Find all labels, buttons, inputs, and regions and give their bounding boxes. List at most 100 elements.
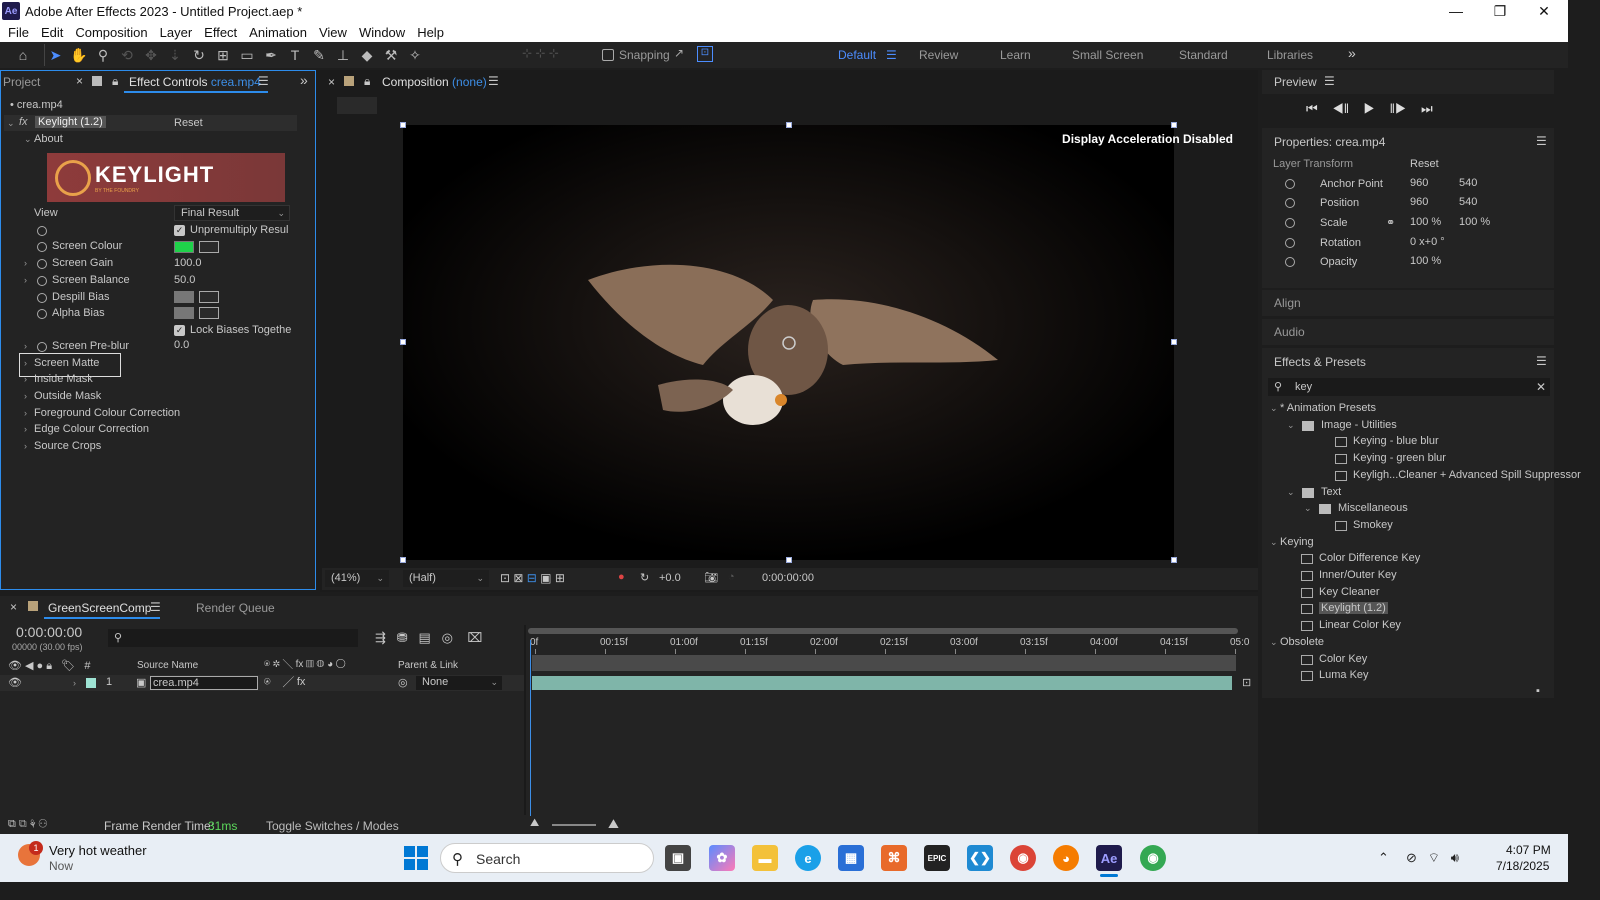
despill-bias-stopwatch-icon[interactable]	[37, 293, 47, 303]
layer-duration-bar[interactable]	[532, 676, 1232, 690]
scale-x-value[interactable]: 100 %	[1410, 216, 1441, 228]
panel-menu-icon[interactable]: ☰	[258, 74, 269, 88]
transform-handle[interactable]	[1171, 557, 1177, 563]
tree-item[interactable]: Inner/Outer Key	[1319, 569, 1397, 581]
preview-menu-icon[interactable]: ☰	[1324, 74, 1335, 88]
menu-composition[interactable]: Composition	[75, 25, 147, 40]
selection-tool-icon[interactable]: ➤	[44, 44, 66, 66]
roto-brush-icon[interactable]: ⚒	[380, 44, 402, 66]
align-title[interactable]: Align	[1274, 296, 1301, 310]
edge-colour-chevron-icon[interactable]: ›	[24, 424, 27, 434]
inside-mask-chevron-icon[interactable]: ›	[24, 374, 27, 384]
exposure-value[interactable]: +0.0	[659, 572, 681, 584]
layer-name-field[interactable]: crea.mp4	[150, 676, 258, 690]
opacity-value[interactable]: 100 %	[1410, 255, 1441, 267]
position-stopwatch-icon[interactable]	[1285, 198, 1295, 208]
transform-handle[interactable]	[400, 557, 406, 563]
menu-animation[interactable]: Animation	[249, 25, 307, 40]
layer-label-color[interactable]	[86, 678, 96, 688]
epic-games-icon[interactable]: EPIC	[924, 845, 950, 871]
about-label[interactable]: About	[34, 133, 63, 145]
fg-colour-group[interactable]: Foreground Colour Correction	[34, 407, 180, 419]
effect-reset-link[interactable]: Reset	[174, 117, 203, 129]
pan-camera-icon[interactable]: ✥	[140, 44, 162, 66]
taskbar-search[interactable]	[440, 843, 654, 873]
unpremultiply-checkbox[interactable]: ✓	[174, 225, 185, 236]
source-crops-group[interactable]: Source Crops	[34, 440, 101, 452]
alpha-bias-swatch[interactable]	[174, 307, 194, 319]
transform-handle[interactable]	[786, 122, 792, 128]
pan-behind-icon[interactable]: ⊞	[212, 44, 234, 66]
menu-effect[interactable]: Effect	[204, 25, 237, 40]
timeline-zoom-slider[interactable]	[552, 824, 596, 826]
tree-item[interactable]: Keying - green blur	[1353, 452, 1446, 464]
screen-gain-value[interactable]: 100.0	[174, 257, 202, 269]
blender-icon[interactable]: ◕	[1053, 845, 1079, 871]
zoom-tool-icon[interactable]: ⚲	[92, 44, 114, 66]
alpha-eyedropper-icon[interactable]	[199, 307, 219, 319]
tree-item[interactable]: Miscellaneous	[1338, 502, 1408, 514]
workspace-small-screen[interactable]: Small Screen	[1072, 48, 1143, 62]
timeline-end-icon[interactable]: ⊡	[1242, 676, 1251, 689]
snap-icon[interactable]: ↗	[674, 46, 684, 60]
tray-chevron-icon[interactable]: ⌃	[1378, 850, 1389, 866]
fast-preview-icon[interactable]: ⊡ ⊠ ⊟ ▣ ⊞	[500, 571, 565, 585]
tab-project[interactable]: Project	[3, 75, 40, 89]
comp-flowchart-button[interactable]	[337, 97, 377, 114]
parent-link-header[interactable]: Parent & Link	[398, 660, 458, 671]
scale-stopwatch-icon[interactable]	[1285, 218, 1295, 228]
outside-mask-chevron-icon[interactable]: ›	[24, 391, 27, 401]
tree-item[interactable]: Keying - blue blur	[1353, 435, 1439, 447]
tree-item[interactable]: * Animation Presets	[1280, 402, 1376, 414]
screen-colour-stopwatch-icon[interactable]	[37, 242, 47, 252]
tree-item[interactable]: Keylight (1.2)	[1319, 602, 1388, 615]
tab-render-queue[interactable]: Render Queue	[196, 601, 275, 615]
workspace-standard[interactable]: Standard	[1179, 48, 1228, 62]
screen-gain-chevron-icon[interactable]: ›	[24, 258, 27, 268]
tree-item[interactable]: Keyligh...Cleaner + Advanced Spill Suppr…	[1353, 469, 1581, 481]
timeline-timecode[interactable]: 0:00:00:00	[16, 624, 82, 640]
channel-icon[interactable]: ●	[618, 571, 625, 583]
inside-mask-group[interactable]: Inside Mask	[34, 373, 93, 385]
screen-gain-stopwatch-icon[interactable]	[37, 259, 47, 269]
screen-balance-value[interactable]: 50.0	[174, 274, 195, 286]
tree-item[interactable]: Image - Utilities	[1321, 419, 1397, 431]
menu-file[interactable]: File	[8, 25, 29, 40]
copilot-icon[interactable]: ✿	[709, 845, 735, 871]
vscode-icon[interactable]: ❮❯	[967, 845, 993, 871]
tree-chevron-icon[interactable]: ⌄	[1287, 487, 1295, 498]
puppet-pin-icon[interactable]: ✧	[404, 44, 426, 66]
show-snapshot-icon[interactable]: ◔	[728, 571, 735, 583]
tree-chevron-icon[interactable]: ⌄	[1270, 537, 1278, 548]
transform-reset-link[interactable]: Reset	[1410, 158, 1439, 170]
tree-item[interactable]: Color Key	[1319, 653, 1367, 665]
despill-eyedropper-icon[interactable]	[199, 291, 219, 303]
preview-controls[interactable]: ⏮ ◀‖ ▶ ‖▶ ⏭	[1306, 101, 1433, 117]
screen-colour-swatch[interactable]	[174, 241, 194, 253]
lock-icon[interactable]: 🔒︎	[112, 74, 118, 89]
workspace-menu-icon[interactable]: ☰	[886, 48, 897, 62]
rotation-tool-icon[interactable]: ↻	[188, 44, 210, 66]
timeline-switch-icons[interactable]: ⇶ ⛃ ▤ ◎ ⌧	[375, 630, 482, 646]
tree-item[interactable]: Color Difference Key	[1319, 552, 1420, 564]
menu-edit[interactable]: Edit	[41, 25, 63, 40]
parent-dropdown[interactable]: None ⌄	[416, 676, 502, 690]
brush-tool-icon[interactable]: ✎	[308, 44, 330, 66]
lock-biases-checkbox[interactable]: ✓	[174, 325, 185, 336]
workspace-overflow-icon[interactable]: »	[1348, 45, 1356, 61]
layer-expand-chevron-icon[interactable]: ›	[73, 678, 76, 688]
tree-item[interactable]: Keying	[1280, 536, 1314, 548]
zoom-out-icon[interactable]: ⛰︎	[530, 817, 539, 830]
anchor-x-value[interactable]: 960	[1410, 177, 1428, 189]
tree-item[interactable]: Key Cleaner	[1319, 586, 1380, 598]
eyedropper-icon[interactable]	[199, 241, 219, 253]
tab-greenscreencomp[interactable]: GreenScreenComp	[48, 601, 151, 615]
opacity-stopwatch-icon[interactable]	[1285, 257, 1295, 267]
weather-title[interactable]: Very hot weather	[49, 843, 147, 858]
close-tab-icon[interactable]: ×	[76, 74, 83, 88]
task-view-icon[interactable]: ▣	[665, 845, 691, 871]
transform-handle[interactable]	[786, 557, 792, 563]
screen-preblur-stopwatch-icon[interactable]	[37, 342, 47, 352]
tree-item[interactable]: Smokey	[1353, 519, 1393, 531]
comp-timecode[interactable]: 0:00:00:00	[762, 572, 814, 584]
